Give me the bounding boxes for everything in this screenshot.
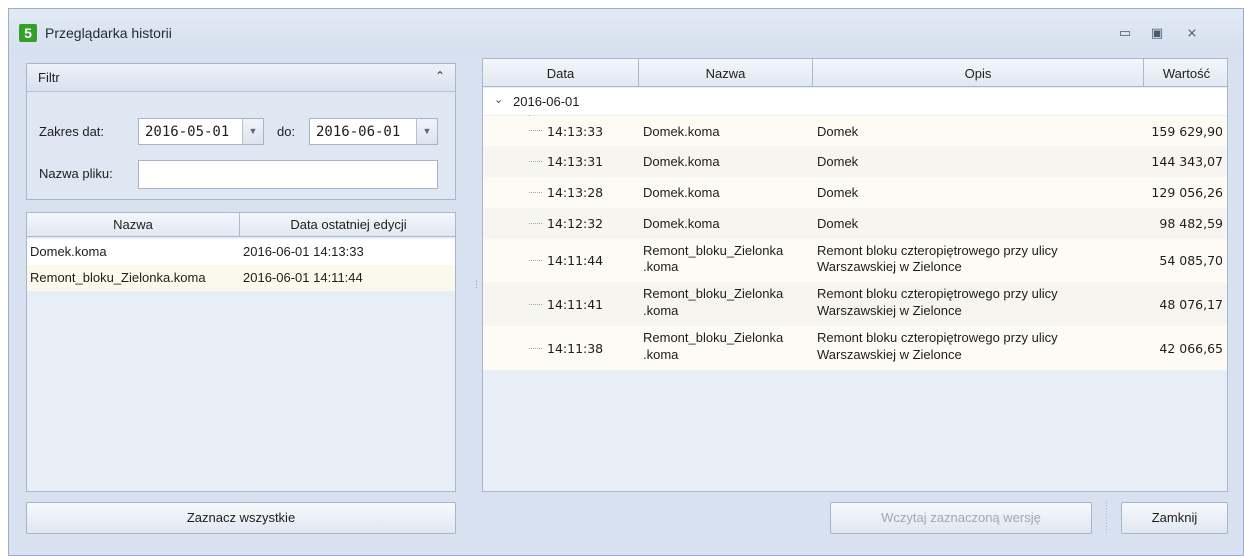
window-title: Przeglądarka historii [45, 25, 172, 41]
value-cell: 159 629,90 [1151, 124, 1223, 139]
value-cell: 54 085,70 [1159, 253, 1223, 268]
table-row[interactable]: 14:13:33 Domek.koma Domek 159 629,90 [483, 116, 1227, 146]
description-cell: Remont bloku czteropiętrowego przy ulicy [817, 243, 1058, 258]
name-cell: Remont_bloku_Zielonka [643, 286, 784, 301]
value-cell: 48 076,17 [1159, 297, 1223, 312]
filter-title: Filtr [38, 70, 60, 85]
column-header-last-edit[interactable]: Data ostatniej edycji [240, 217, 457, 232]
chevron-down-icon[interactable]: ⌄ [494, 93, 503, 106]
filter-header[interactable]: Filtr ⌃ [27, 64, 455, 92]
value-cell: 129 056,26 [1151, 185, 1223, 200]
name-cell-continued: .koma [643, 303, 679, 318]
time-cell: 14:12:32 [547, 216, 604, 231]
column-header-name[interactable]: Nazwa [639, 66, 812, 81]
value-cell: 42 066,65 [1159, 341, 1223, 356]
date-to-picker[interactable]: 2016-06-01 ▼ [309, 118, 438, 145]
select-all-button[interactable]: Zaznacz wszystkie [26, 502, 456, 534]
column-header-date[interactable]: Data [483, 66, 638, 81]
tree-connector [529, 130, 543, 131]
history-grid: Data Nazwa Opis Wartość ⌄ 2016-06-01 14:… [482, 58, 1228, 492]
name-cell: Domek.koma [643, 185, 720, 200]
time-cell: 14:11:44 [547, 253, 604, 268]
time-cell: 14:13:33 [547, 124, 604, 139]
filter-panel: Filtr ⌃ Zakres dat: 2016-05-01 ▼ do: 201… [26, 63, 456, 200]
column-header-value[interactable]: Wartość [1144, 66, 1229, 81]
table-row[interactable]: 14:11:38 Remont_bloku_Zielonka .koma Rem… [483, 326, 1227, 370]
description-cell: Domek [817, 124, 859, 139]
date-to-label: do: [277, 124, 296, 139]
time-cell: 14:11:38 [547, 341, 604, 356]
time-cell: 14:11:41 [547, 297, 604, 312]
chevron-up-icon[interactable]: ⌃ [435, 69, 445, 83]
description-cell-continued: Warszawskiej w Zielonce [817, 303, 962, 318]
name-cell-continued: .koma [643, 259, 679, 274]
table-row[interactable]: 14:13:28 Domek.koma Domek 129 056,26 [483, 177, 1227, 208]
close-icon[interactable]: ⨯ [1184, 25, 1200, 41]
date-to-value[interactable]: 2016-06-01 [316, 124, 400, 140]
minimize-icon[interactable]: ▭ [1117, 25, 1133, 41]
maximize-icon[interactable]: ▣ [1149, 25, 1165, 41]
name-cell: Remont_bloku_Zielonka [643, 243, 784, 258]
description-cell-continued: Warszawskiej w Zielonce [817, 347, 962, 362]
group-date-label: 2016-06-01 [513, 94, 580, 109]
tree-connector [529, 223, 543, 224]
file-name-cell: Remont_bloku_Zielonka.koma [30, 270, 206, 285]
date-range-label: Zakres dat: [39, 124, 105, 139]
file-date-cell: 2016-06-01 14:11:44 [243, 270, 363, 285]
time-cell: 14:13:31 [547, 154, 604, 169]
name-cell: Domek.koma [643, 216, 720, 231]
table-row[interactable]: Remont_bloku_Zielonka.koma 2016-06-01 14… [27, 265, 455, 291]
description-cell: Domek [817, 185, 859, 200]
tree-connector [529, 260, 543, 261]
table-row[interactable]: 14:11:41 Remont_bloku_Zielonka .koma Rem… [483, 282, 1227, 326]
description-cell: Domek [817, 216, 859, 231]
name-cell: Domek.koma [643, 124, 720, 139]
name-cell-continued: .koma [643, 347, 679, 362]
group-row-date[interactable]: ⌄ 2016-06-01 [483, 88, 1227, 115]
column-header-description[interactable]: Opis [813, 66, 1143, 81]
chevron-down-icon[interactable]: ▼ [242, 119, 263, 144]
file-name-label: Nazwa pliku: [39, 166, 113, 181]
chevron-down-icon[interactable]: ▼ [416, 119, 437, 144]
button-separator [1106, 502, 1107, 534]
tree-connector [529, 304, 543, 305]
tree-connector [529, 192, 543, 193]
file-name-field[interactable] [138, 160, 438, 189]
table-row[interactable]: 14:11:44 Remont_bloku_Zielonka .koma Rem… [483, 239, 1227, 282]
value-cell: 144 343,07 [1151, 154, 1223, 169]
name-cell: Remont_bloku_Zielonka [643, 330, 784, 345]
column-header-name[interactable]: Nazwa [27, 217, 239, 232]
history-header: Data Nazwa Opis Wartość [483, 59, 1227, 87]
date-from-picker[interactable]: 2016-05-01 ▼ [138, 118, 264, 145]
value-cell: 98 482,59 [1159, 216, 1223, 231]
table-row[interactable]: 14:13:31 Domek.koma Domek 144 343,07 [483, 146, 1227, 177]
name-cell: Domek.koma [643, 154, 720, 169]
description-cell: Domek [817, 154, 859, 169]
date-from-value[interactable]: 2016-05-01 [145, 124, 229, 140]
description-cell: Remont bloku czteropiętrowego przy ulicy [817, 330, 1058, 345]
description-cell-continued: Warszawskiej w Zielonce [817, 259, 962, 274]
file-list-header: Nazwa Data ostatniej edycji [27, 213, 455, 237]
title-bar: 5 Przeglądarka historii ▭ ▣ ⨯ [9, 9, 1243, 55]
file-list-grid: Nazwa Data ostatniej edycji Domek.koma 2… [26, 212, 456, 492]
file-date-cell: 2016-06-01 14:13:33 [243, 244, 364, 259]
time-cell: 14:13:28 [547, 185, 604, 200]
table-row[interactable]: 14:12:32 Domek.koma Domek 98 482,59 [483, 208, 1227, 239]
splitter-handle[interactable]: ⋮ [472, 280, 481, 289]
description-cell: Remont bloku czteropiętrowego przy ulicy [817, 286, 1058, 301]
tree-connector [529, 161, 543, 162]
close-button[interactable]: Zamknij [1121, 502, 1228, 534]
app-logo-icon: 5 [19, 24, 37, 42]
file-name-cell: Domek.koma [30, 244, 107, 259]
load-selected-version-button[interactable]: Wczytaj zaznaczoną wersję [830, 502, 1092, 534]
table-row[interactable]: Domek.koma 2016-06-01 14:13:33 [27, 239, 455, 265]
tree-connector [529, 348, 543, 349]
